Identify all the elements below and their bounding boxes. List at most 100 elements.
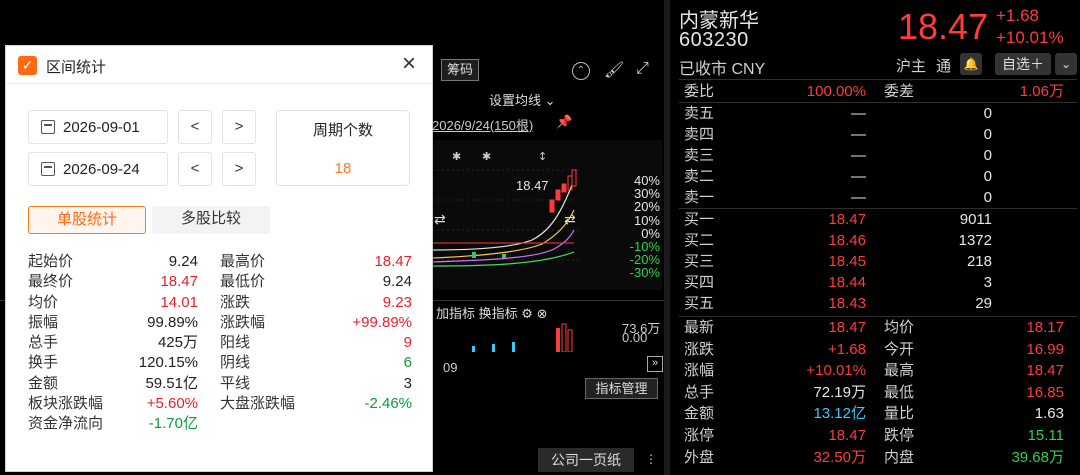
tab-multi-stock[interactable]: 多股比较 <box>152 206 270 234</box>
stat-label: 阴线 <box>220 354 251 372</box>
period-count-title: 周期个数 <box>312 122 373 139</box>
sell-level-label: 卖四 <box>684 126 715 143</box>
stat-label: 大盘涨跌幅 <box>220 395 296 413</box>
stock-price: 18.47 <box>898 6 989 47</box>
buy-level-row[interactable]: 买一 18.47 9011 <box>684 209 1078 230</box>
detail-label: 跌停 <box>884 427 915 444</box>
sell-level-row[interactable]: 卖四 — 0 <box>684 124 1078 145</box>
vol-min-label: 0.00 <box>622 330 648 345</box>
end-date-prev-button[interactable]: < <box>178 152 212 186</box>
add-indicator-button[interactable]: 加指标 <box>436 306 475 321</box>
brush-icon[interactable]: 🖌 <box>604 60 624 80</box>
sell-level-price: — <box>851 189 866 206</box>
buy-level-volume: 29 <box>975 295 992 312</box>
calendar-icon <box>41 162 55 176</box>
start-date-prev-button[interactable]: < <box>178 110 212 144</box>
detail-label: 涨停 <box>684 427 715 444</box>
start-date-field[interactable]: 2026-09-01 <box>28 110 168 144</box>
stat-label: 最高价 <box>220 253 266 270</box>
buy-level-price: 18.43 <box>828 295 866 312</box>
chevron-up-circle-icon[interactable]: ⌃ <box>572 62 590 80</box>
detail-label: 外盘 <box>684 448 715 466</box>
gear-icon[interactable]: ⚙ <box>521 306 533 321</box>
switch-indicator-button[interactable]: 换指标 <box>479 306 518 321</box>
detail-label: 均价 <box>884 319 915 336</box>
detail-value: 13.12亿 <box>813 405 866 423</box>
buy-level-row[interactable]: 买三 18.45 218 <box>684 251 1078 272</box>
buy-level-label: 买三 <box>684 253 715 270</box>
buy-level-label: 买四 <box>684 274 715 291</box>
range-label: 2026/9/24(150根) <box>432 118 534 133</box>
stock-code: 603230 <box>679 29 749 51</box>
detail-value: +10.01% <box>806 362 866 380</box>
stat-value: 6 <box>403 354 412 372</box>
stat-row: 振幅 99.89% 涨跌幅 +99.89% <box>28 313 412 333</box>
stat-cell: 最终价 18.47 <box>28 272 220 292</box>
buy-level-volume: 3 <box>983 274 992 291</box>
stat-value: 9.24 <box>382 273 412 291</box>
stat-cell: 总手 425万 <box>28 333 220 353</box>
close-icon[interactable]: × <box>402 51 416 77</box>
stat-label: 资金净流向 <box>28 415 104 433</box>
detail-label: 量比 <box>884 405 915 423</box>
stat-row: 资金净流向 -1.70亿 <box>28 414 412 434</box>
detail-row: 总手 72.19万 最低 16.85 <box>684 382 1078 403</box>
stat-cell <box>220 414 412 434</box>
stat-row: 均价 14.01 涨跌 9.23 <box>28 293 412 313</box>
checkbox-icon[interactable]: ✓ <box>18 56 37 75</box>
buy-level-label: 买五 <box>684 295 715 312</box>
sell-level-row[interactable]: 卖三 — 0 <box>684 145 1078 166</box>
expand-icon[interactable]: » <box>647 356 663 372</box>
detail-row: 涨跌 +1.68 今开 16.99 <box>684 339 1078 360</box>
pct-axis-tick: -30% <box>629 265 660 281</box>
stat-label: 起始价 <box>28 253 74 270</box>
sell-level-price: — <box>851 147 866 164</box>
stat-value: 18.47 <box>374 253 412 270</box>
tab-single-stock[interactable]: 单股统计 <box>28 206 146 234</box>
detail-label: 金额 <box>684 405 715 423</box>
stat-cell: 金额 59.51亿 <box>28 374 220 394</box>
add-watchlist-button[interactable]: 自选＋ <box>995 53 1051 75</box>
stat-cell: 起始价 9.24 <box>28 252 220 272</box>
stat-value: 120.15% <box>138 354 198 372</box>
stat-value: +99.89% <box>352 313 412 331</box>
chevron-down-icon: ⌄ <box>544 93 556 108</box>
sell-level-volume: 0 <box>983 126 992 143</box>
stat-value: 18.47 <box>160 273 198 291</box>
end-date-field[interactable]: 2026-09-24 <box>28 152 168 186</box>
pin-icon[interactable]: 📌 <box>556 114 572 130</box>
company-page-button[interactable]: 公司一页纸 <box>538 448 634 472</box>
stat-cell: 最低价 9.24 <box>220 272 412 292</box>
buy-level-row[interactable]: 买二 18.46 1372 <box>684 230 1078 251</box>
close-circle-icon[interactable]: ⊗ <box>537 306 548 321</box>
fullscreen-icon[interactable]: ⤢ <box>636 60 649 78</box>
buy-level-volume: 1372 <box>958 232 992 249</box>
stat-cell: 振幅 99.89% <box>28 313 220 333</box>
stat-value: 59.51亿 <box>145 374 198 392</box>
sell-level-row[interactable]: 卖一 — 0 <box>684 187 1078 208</box>
stat-row: 板块涨跌幅 +5.60% 大盘涨跌幅 -2.46% <box>28 394 412 414</box>
range-stats-dialog: ✓ 区间统计 × 2026-09-01 < > 2026-09-24 < > 周… <box>5 45 433 472</box>
ma-setting-dropdown[interactable]: 设置均线 ⌄ <box>489 90 556 109</box>
buy-level-row[interactable]: 买五 18.43 29 <box>684 293 1078 314</box>
more-icon[interactable]: ⋮ <box>645 452 657 466</box>
chip-button[interactable]: 筹码 <box>441 59 479 81</box>
start-date-next-button[interactable]: > <box>222 110 256 144</box>
buy-level-row[interactable]: 买四 18.44 3 <box>684 272 1078 293</box>
detail-value: 72.19万 <box>813 383 866 401</box>
sell-level-row[interactable]: 卖二 — 0 <box>684 166 1078 187</box>
stat-cell: 大盘涨跌幅 -2.46% <box>220 394 412 414</box>
end-date-next-button[interactable]: > <box>222 152 256 186</box>
bell-icon[interactable]: 🔔 <box>960 53 982 75</box>
sub-toolbar: 加指标 换指标 ⚙ ⊗ <box>436 303 547 322</box>
chevron-down-icon[interactable]: ⌄ <box>1055 53 1077 75</box>
start-date-row: 2026-09-01 < > <box>28 110 256 144</box>
arrow-left-right-icon: ⇄ <box>564 211 576 227</box>
arrow-marker-icon: ↕ <box>538 150 547 163</box>
indicator-manage-button[interactable]: 指标管理 <box>585 378 658 399</box>
dialog-header: ✓ 区间统计 × <box>6 46 432 84</box>
stat-label: 最终价 <box>28 273 74 291</box>
sell-level-row[interactable]: 卖五 — 0 <box>684 103 1078 124</box>
detail-label: 总手 <box>684 383 715 401</box>
date-tick: 09 <box>443 360 458 375</box>
